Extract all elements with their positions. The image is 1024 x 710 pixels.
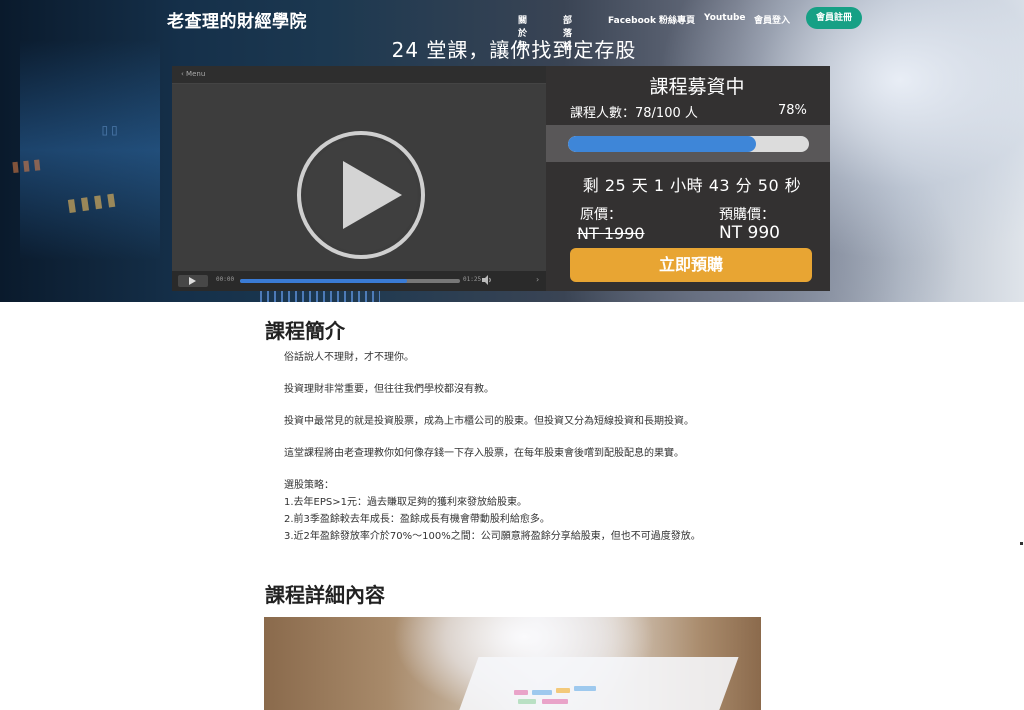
strategy-item: 2.前3季盈餘較去年成長：盈餘成長有機會帶動股利給愈多。 [284, 514, 550, 525]
edge-marker [1020, 542, 1023, 545]
image-chart-mark [574, 686, 596, 691]
play-button[interactable] [178, 275, 208, 287]
seek-bar[interactable] [240, 279, 460, 283]
funding-title: 課程募資中 [649, 76, 745, 98]
image-chart-mark [556, 688, 570, 693]
intro-paragraph: 這堂課程將由老查理教你如何像存錢一下存入股票，在每年股東會後嚐到配股配息的果實。 [284, 448, 684, 459]
hero-background-glow [20, 40, 160, 260]
hero-background-ticker: ▯▯ [100, 120, 120, 139]
funding-progress-fill [568, 136, 756, 152]
hero-title-text: 24 堂課，讓你找到定存股 [391, 38, 637, 62]
image-chart-mark [542, 699, 568, 704]
chevron-right-icon[interactable]: › [536, 275, 539, 284]
funding-panel: 課程募資中 課程人數：78/100 人 78% 剩 25 天 1 小時 43 分… [546, 66, 830, 291]
original-price-label: 原價： [580, 207, 622, 223]
time-current: 00:00 [216, 276, 235, 283]
time-total: 01:25 [463, 276, 482, 283]
hero-background-ticker: ▮▮▮ [8, 153, 44, 178]
player-controls: 00:00 01:25 › [172, 271, 546, 291]
preorder-button[interactable]: 立即預購 [570, 248, 812, 282]
nav-login[interactable]: 會員登入 [754, 13, 794, 26]
section-heading-intro: 課程簡介 [265, 319, 345, 343]
section-heading-details: 課程詳細內容 [265, 583, 385, 607]
strategy-title: 選股策略： [284, 480, 334, 491]
nav-facebook[interactable]: Facebook 粉絲專頁 [608, 13, 698, 26]
hero-title: 24 堂課，讓你找到定存股 [0, 34, 1024, 63]
video-player[interactable]: ‹ Menu 00:00 01:25 › [172, 66, 546, 291]
funding-progress-track [568, 136, 809, 152]
image-chart-mark [532, 690, 552, 695]
intro-paragraph: 俗話說人不理財，才不理你。 [284, 352, 414, 363]
play-icon [189, 277, 196, 285]
funding-percent: 78% [778, 103, 807, 118]
presale-price-label: 預購價： [719, 207, 775, 223]
course-detail-image [264, 617, 761, 710]
nav-youtube[interactable]: Youtube [704, 13, 746, 23]
seek-bar-fill [240, 279, 408, 283]
player-menu[interactable]: ‹ Menu [181, 70, 205, 78]
enrollment-count: 課程人數：78/100 人 [570, 106, 698, 121]
player-menu-label: Menu [186, 70, 206, 78]
funding-progress [546, 125, 830, 162]
strategy-item: 1.去年EPS>1元：過去賺取足夠的獲利來發放給股東。 [284, 497, 527, 508]
signup-button[interactable]: 會員註冊 [806, 7, 862, 29]
volume-icon[interactable] [482, 275, 492, 285]
player-screen[interactable] [172, 84, 546, 271]
strategy-item: 3.近2年盈餘發放率介於70%～100%之間：公司願意將盈餘分享給股東，但也不可… [284, 531, 701, 542]
presale-price: NT 990 [719, 223, 780, 243]
intro-paragraph: 投資理財非常重要，但往往我們學校都沒有教。 [284, 384, 494, 395]
intro-paragraph: 投資中最常見的就是投資股票，成為上市櫃公司的股東。但投資又分為短線投資和長期投資… [284, 416, 694, 427]
intro-text: 俗話說人不理財，才不理你。 投資理財非常重要，但往往我們學校都沒有教。 投資中最… [284, 349, 764, 545]
play-big-icon[interactable] [296, 130, 426, 260]
player-topbar: ‹ Menu [172, 66, 546, 84]
image-chart-mark [518, 699, 536, 704]
original-price: NT 1990 [577, 224, 645, 243]
site-brand[interactable]: 老查理的財經學院 [167, 7, 307, 32]
countdown-timer: 剩 25 天 1 小時 43 分 50 秒 [582, 176, 802, 195]
image-paper [449, 657, 739, 710]
hero-banner: ▮▮▮ ▮▮▮▮ ▯▯ 老查理的財經學院 關於我 部落格 Facebook 粉絲… [0, 0, 1024, 302]
image-chart-mark [514, 690, 528, 695]
